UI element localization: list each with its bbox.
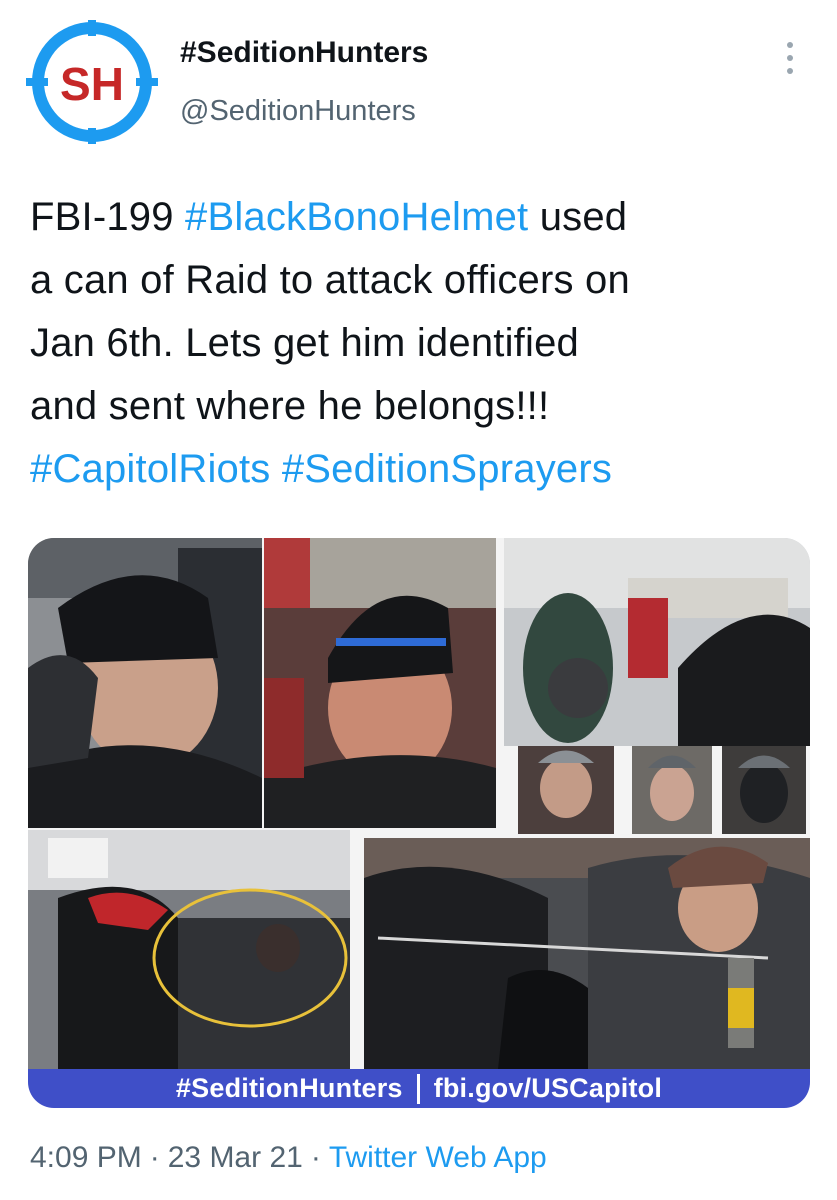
display-name[interactable]: #SeditionHunters <box>180 36 428 70</box>
hashtag-link[interactable]: #CapitolRiots <box>30 447 271 491</box>
tweet-text: FBI-199 #BlackBonoHelmet used a can of R… <box>30 186 810 501</box>
tweet-source-link[interactable]: Twitter Web App <box>329 1141 547 1174</box>
tweet-line: FBI-199 #BlackBonoHelmet used <box>30 195 628 239</box>
tweet-line: a can of Raid to attack officers on <box>30 258 630 302</box>
banner-left-text: #SeditionHunters <box>175 1073 403 1103</box>
more-options-icon[interactable] <box>776 40 804 76</box>
photo-5 <box>28 830 350 1069</box>
separator-dot: · <box>310 1141 321 1174</box>
photo-4 <box>518 746 806 834</box>
tweet-date[interactable]: 23 Mar 21 <box>168 1141 303 1174</box>
photo-6 <box>364 838 810 1069</box>
banner-right-text: fbi.gov/USCapitol <box>433 1073 663 1103</box>
tweet-media[interactable]: #SeditionHunters fbi.gov/USCapitol <box>28 538 810 1108</box>
photo-2 <box>264 538 496 828</box>
tweet-line: Jan 6th. Lets get him identified <box>30 321 579 365</box>
photo-1 <box>28 538 262 828</box>
media-banner: #SeditionHunters fbi.gov/USCapitol <box>28 1069 810 1108</box>
svg-text:SH: SH <box>60 58 124 110</box>
photo-3 <box>504 538 810 746</box>
tweet-line: and sent where he belongs!!! <box>30 384 550 428</box>
tweet-line: #CapitolRiots #SeditionSprayers <box>30 438 810 501</box>
banner-divider <box>416 1073 420 1104</box>
handle[interactable]: @SeditionHunters <box>180 95 416 128</box>
avatar[interactable]: SH <box>26 20 158 144</box>
photo-collage <box>28 538 810 1069</box>
tweet-time[interactable]: 4:09 PM <box>30 1141 142 1174</box>
avatar-logo: SH <box>26 20 158 144</box>
hashtag-link[interactable]: #SeditionSprayers <box>282 447 612 491</box>
tweet-meta: 4:09 PM · 23 Mar 21 · Twitter Web App <box>30 1141 547 1175</box>
separator-dot: · <box>149 1141 160 1174</box>
hashtag-link[interactable]: #BlackBonoHelmet <box>185 195 528 239</box>
